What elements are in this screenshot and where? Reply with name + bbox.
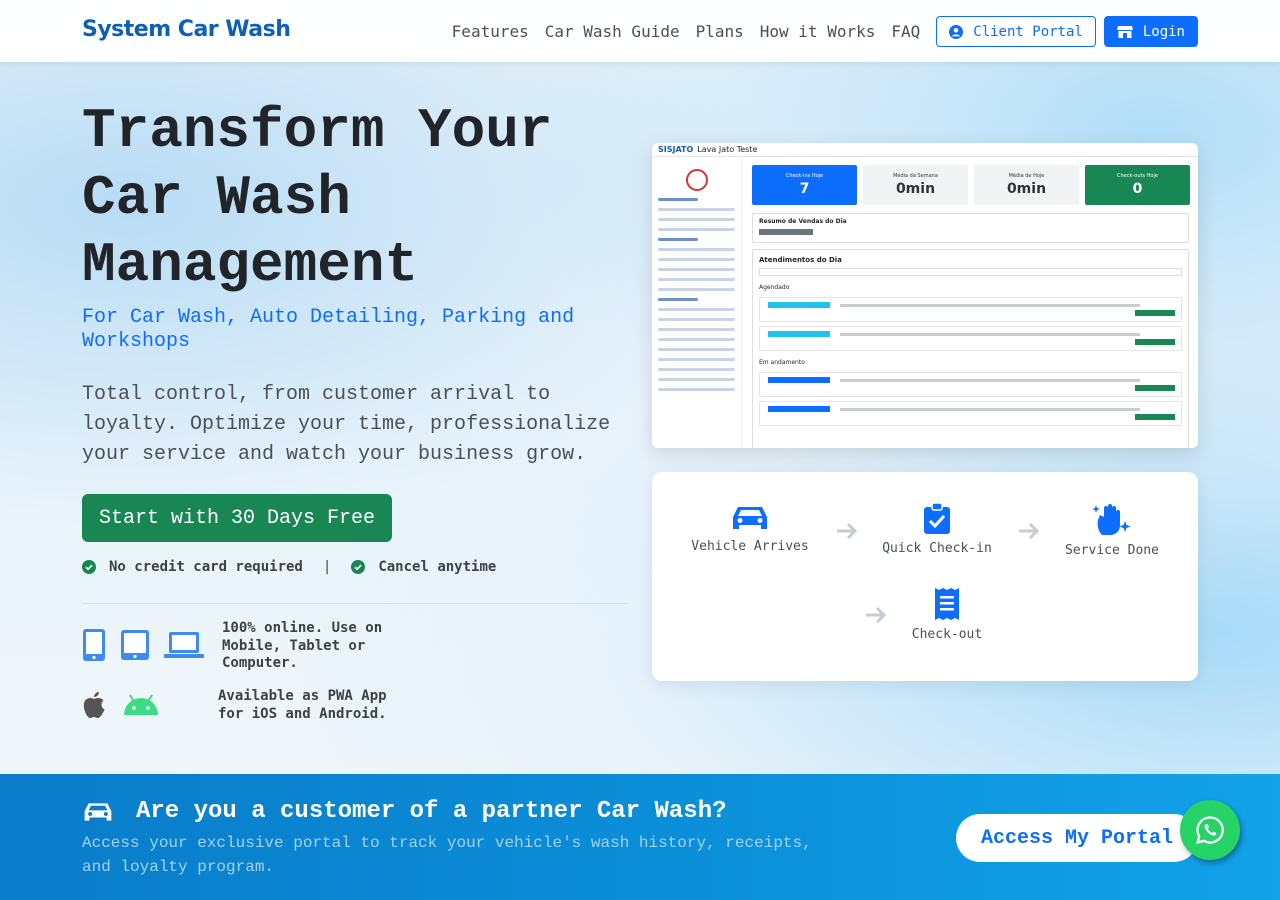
- check-cancel-anytime: Cancel anytime: [351, 559, 496, 575]
- laptop-icon: [164, 632, 204, 658]
- mobile-icon: [83, 629, 105, 661]
- login-button[interactable]: Login: [1103, 16, 1198, 47]
- start-free-trial-button[interactable]: Start with 30 Days Free: [82, 494, 393, 542]
- step-label: Check-out: [911, 627, 983, 642]
- clipboard-check-icon: [924, 503, 950, 534]
- step-quick-check-in: Quick Check-in: [867, 503, 1007, 556]
- banner-description: Access your exclusive portal to track yo…: [82, 834, 812, 876]
- screenshot-sidebar: [652, 157, 742, 448]
- screenshot-logo: SISJATO: [658, 145, 694, 154]
- step-label: Quick Check-in: [882, 541, 992, 556]
- services-panel: Atendimentos do Dia Agendado Em andament…: [752, 249, 1189, 448]
- brand-logo[interactable]: System Car Wash: [82, 17, 291, 42]
- nav-links: Features Car Wash Guide Plans How it Wor…: [452, 16, 1198, 47]
- login-label: Login: [1142, 23, 1185, 40]
- client-portal-button[interactable]: Client Portal: [936, 16, 1096, 47]
- sales-summary-panel: Resumo de Vendas do Dia: [752, 213, 1189, 243]
- device-icons: [82, 628, 218, 662]
- nav-link-features[interactable]: Features: [452, 17, 529, 47]
- process-flow-card: Vehicle Arrives Quick Check-in Service D…: [652, 472, 1198, 681]
- screenshot-stats: Check-ins Hoje 7 Média da Semana 0min Médi…: [752, 165, 1196, 205]
- receipt-icon: [935, 588, 959, 620]
- navbar: System Car Wash Features Car Wash Guide …: [0, 0, 1280, 62]
- platform-icons: [82, 690, 160, 720]
- nav-link-faq[interactable]: FAQ: [891, 17, 920, 47]
- step-check-out: Check-out: [877, 587, 1017, 642]
- tablet-icon: [121, 630, 149, 660]
- nav-link-plans[interactable]: Plans: [696, 17, 744, 47]
- stat-card: Check-outs Hoje 0: [1085, 165, 1190, 205]
- step-vehicle-arrives: Vehicle Arrives: [680, 503, 820, 554]
- user-circle-icon: [949, 24, 964, 39]
- stat-card: Média de Hoje 0min: [974, 165, 1079, 205]
- hero-subtitle: For Car Wash, Auto Detailing, Parking an…: [82, 306, 575, 353]
- hero-description: Total control, from customer arrival to …: [82, 383, 611, 466]
- access-my-portal-button[interactable]: Access My Portal: [956, 814, 1198, 862]
- check-separator: |: [322, 559, 332, 575]
- divider: [82, 603, 628, 604]
- car-icon: [84, 802, 112, 821]
- car-icon: [733, 507, 767, 529]
- apple-icon: [83, 692, 105, 718]
- nav-link-how-it-works[interactable]: How it Works: [760, 17, 876, 47]
- screenshot-company: Lava Jato Teste: [697, 145, 758, 154]
- banner-title-text: Are you a customer of a partner Car Wash…: [136, 798, 727, 825]
- arrow-right-icon: [1019, 522, 1040, 540]
- customer-portal-banner: Are you a customer of a partner Car Wash…: [0, 774, 1280, 900]
- arrow-right-icon: [837, 522, 858, 540]
- whatsapp-icon: [1195, 816, 1224, 845]
- step-service-done: Service Done: [1042, 503, 1182, 558]
- screenshot-avatar: [685, 169, 708, 191]
- screenshot-topbar: SISJATO Lava Jato Teste: [652, 143, 1198, 157]
- hero-title: Transform Your Car Wash Management: [82, 99, 553, 297]
- stat-card: Check-ins Hoje 7: [752, 165, 857, 205]
- trial-checks: No credit card required | Cancel anytime: [82, 559, 496, 575]
- whatsapp-chat-button[interactable]: [1180, 800, 1240, 860]
- check-circle-icon: [351, 560, 366, 574]
- android-icon: [124, 694, 158, 715]
- dashboard-screenshot: SISJATO Lava Jato Teste Check-ins Hoje 7 …: [652, 143, 1198, 448]
- step-label: Vehicle Arrives: [691, 539, 809, 554]
- sparkle-hand-icon: [1092, 504, 1131, 535]
- banner-title: Are you a customer of a partner Car Wash…: [82, 798, 727, 825]
- hero-section: Transform Your Car Wash Management For C…: [0, 62, 1280, 774]
- step-label: Service Done: [1065, 543, 1159, 558]
- client-portal-label: Client Portal: [973, 23, 1083, 40]
- nav-link-car-wash-guide[interactable]: Car Wash Guide: [545, 17, 680, 47]
- check-no-credit-card: No credit card required: [82, 559, 303, 575]
- online-feature-text: 100% online. Use on Mobile, Tablet or Co…: [222, 620, 383, 671]
- check-cancel-anytime-label: Cancel anytime: [378, 559, 497, 575]
- stat-card: Média da Semana 0min: [863, 165, 968, 205]
- check-circle-icon: [82, 560, 96, 574]
- store-icon: [1116, 25, 1133, 38]
- pwa-feature-text: Available as PWA App for iOS and Android…: [218, 688, 387, 722]
- check-no-credit-card-label: No credit card required: [109, 559, 303, 575]
